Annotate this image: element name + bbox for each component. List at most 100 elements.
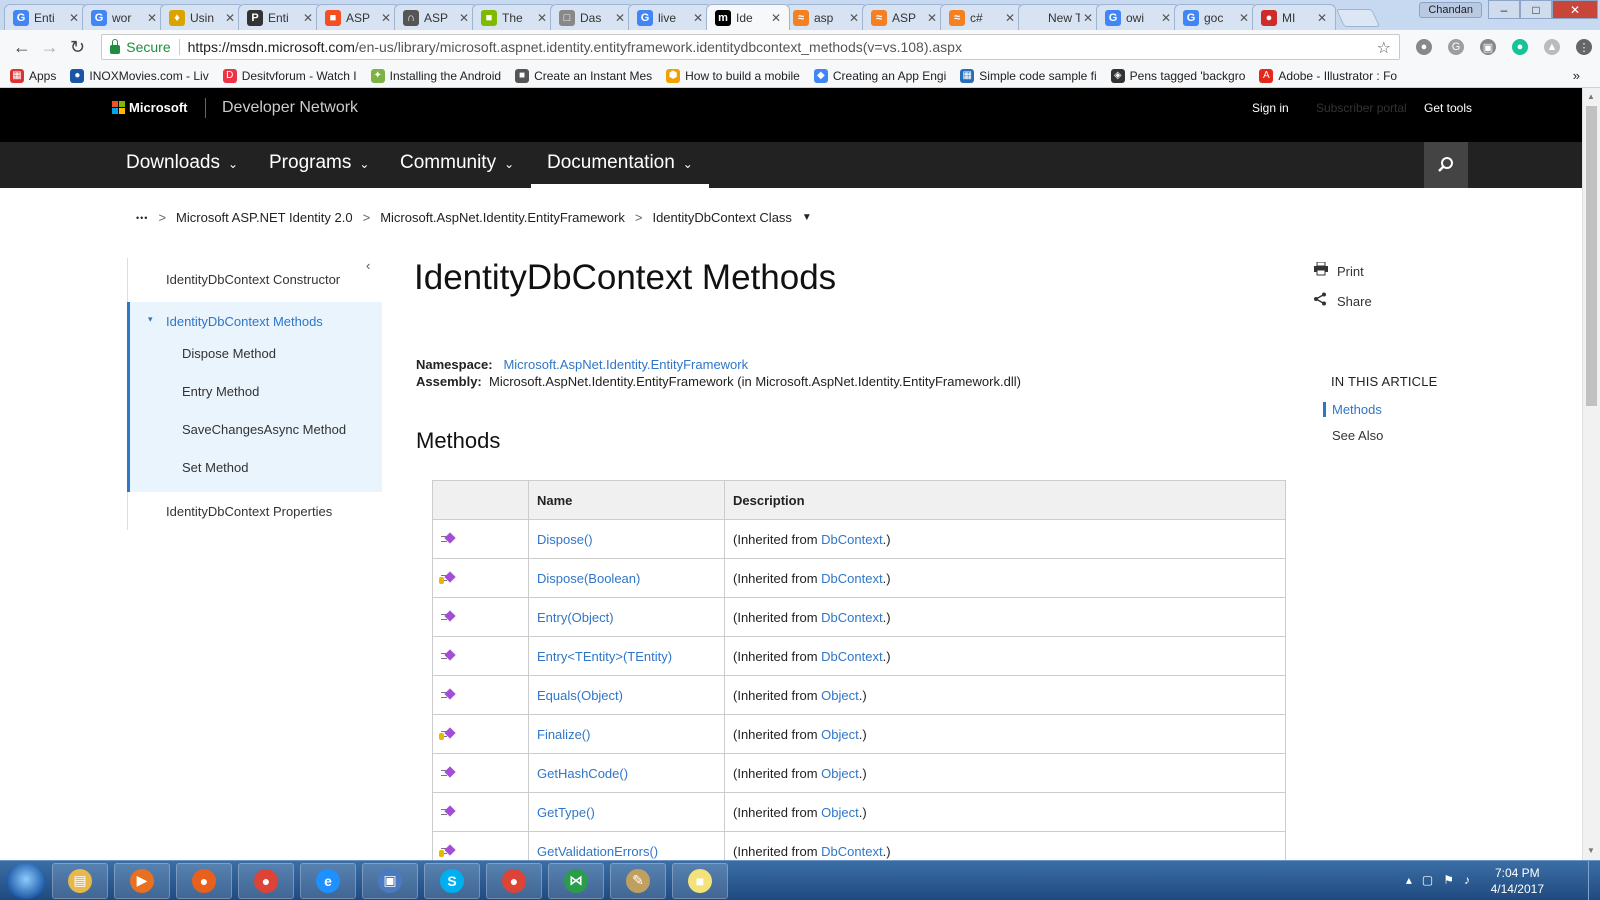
- bookmark-item[interactable]: A Adobe - Illustrator : Fo: [1259, 68, 1397, 83]
- taskbar-app-chrome[interactable]: ●: [238, 862, 294, 899]
- extension-icon[interactable]: ●: [1415, 39, 1432, 55]
- in-article-link-see-also[interactable]: See Also: [1332, 428, 1383, 443]
- toc-item-dispose[interactable]: Dispose Method: [182, 346, 276, 361]
- tab-close-icon[interactable]: ✕: [459, 11, 471, 25]
- breadcrumb-item-aspnet-identity[interactable]: Microsoft ASP.NET Identity 2.0: [176, 210, 353, 225]
- browser-tab[interactable]: Gwor ✕: [82, 4, 166, 30]
- scroll-down-icon[interactable]: ▼: [1587, 846, 1595, 855]
- tab-close-icon[interactable]: ✕: [303, 11, 315, 25]
- tray-icon[interactable]: ♪: [1464, 873, 1470, 887]
- method-name-link[interactable]: Dispose(Boolean): [537, 571, 640, 586]
- start-button[interactable]: [6, 862, 46, 899]
- taskbar-app-visual-studio[interactable]: ⋈: [548, 862, 604, 899]
- method-name-link[interactable]: Finalize(): [537, 727, 590, 742]
- bookmark-item[interactable]: ✦ Installing the Android: [370, 68, 501, 83]
- browser-tab[interactable]: ♦ Usin ✕: [160, 4, 244, 30]
- browser-tab[interactable]: ■ ASP ✕: [316, 4, 400, 30]
- browser-tab[interactable]: Ggoc ✕: [1174, 4, 1258, 30]
- tab-close-icon[interactable]: ✕: [849, 11, 861, 25]
- method-name-link[interactable]: GetValidationErrors(): [537, 844, 658, 859]
- tray-icon[interactable]: ▢: [1422, 873, 1433, 887]
- close-window-button[interactable]: ✕: [1552, 0, 1598, 19]
- subscriber-portal-link[interactable]: Subscriber portal: [1316, 101, 1407, 115]
- toc-item-constructor[interactable]: IdentityDbContext Constructor: [166, 272, 340, 287]
- microsoft-logo[interactable]: Microsoft: [112, 100, 188, 115]
- tab-close-icon[interactable]: ✕: [771, 11, 783, 25]
- tab-close-icon[interactable]: ✕: [1083, 11, 1095, 25]
- browser-tab[interactable]: ■ The ✕: [472, 4, 556, 30]
- tray-icon[interactable]: ▴: [1406, 873, 1412, 887]
- tab-close-icon[interactable]: ✕: [381, 11, 393, 25]
- breadcrumb-item-identitydbcontext-class[interactable]: IdentityDbContext Class: [652, 210, 791, 225]
- method-name-link[interactable]: GetType(): [537, 805, 595, 820]
- inherited-from-link[interactable]: DbContext: [821, 571, 882, 586]
- tab-close-icon[interactable]: ✕: [225, 11, 237, 25]
- extension-icon[interactable]: ▲: [1543, 39, 1560, 55]
- browser-tab[interactable]: G Enti ✕: [4, 4, 88, 30]
- taskbar-app-paint[interactable]: ✎: [610, 862, 666, 899]
- inherited-from-link[interactable]: DbContext: [821, 610, 882, 625]
- breadcrumb-dropdown-icon[interactable]: ▼: [802, 212, 812, 223]
- window-user-badge[interactable]: Chandan: [1419, 2, 1482, 18]
- breadcrumb-ellipsis[interactable]: •••: [136, 213, 148, 223]
- back-button[interactable]: ←: [8, 37, 36, 58]
- browser-tab[interactable]: New Ta✕: [1018, 4, 1102, 30]
- taskbar-app-sticky-notes[interactable]: ■: [672, 862, 728, 899]
- show-desktop-button[interactable]: [1588, 861, 1600, 900]
- minimize-button[interactable]: –: [1488, 0, 1520, 19]
- inherited-from-link[interactable]: Object: [821, 727, 859, 742]
- get-tools-link[interactable]: Get tools: [1424, 101, 1472, 115]
- tab-close-icon[interactable]: ✕: [147, 11, 159, 25]
- reload-button[interactable]: ↻: [64, 37, 92, 58]
- browser-tab[interactable]: P Enti ✕: [238, 4, 322, 30]
- toc-expand-icon[interactable]: ▾: [148, 314, 153, 325]
- tab-close-icon[interactable]: ✕: [1317, 11, 1329, 25]
- tab-close-icon[interactable]: ✕: [69, 11, 81, 25]
- address-bar[interactable]: Secure https://msdn.microsoft.com/en-us/…: [101, 34, 1400, 60]
- maximize-button[interactable]: □: [1520, 0, 1552, 19]
- toc-item-methods[interactable]: IdentityDbContext Methods: [166, 314, 323, 329]
- toc-item-entry[interactable]: Entry Method: [182, 384, 259, 399]
- extension-icon[interactable]: ▣: [1479, 39, 1496, 55]
- in-article-link-methods[interactable]: Methods: [1323, 402, 1382, 417]
- tray-icon[interactable]: ⚑: [1443, 873, 1454, 887]
- extension-icon[interactable]: ●: [1511, 39, 1528, 55]
- toc-item-properties[interactable]: IdentityDbContext Properties: [166, 504, 332, 519]
- browser-tab[interactable]: Gowi ✕: [1096, 4, 1180, 30]
- method-name-link[interactable]: Entry(Object): [537, 610, 614, 625]
- url-text[interactable]: https://msdn.microsoft.com/en-us/library…: [188, 39, 962, 55]
- nav-community[interactable]: Community ⌄: [400, 142, 514, 188]
- developer-network-title[interactable]: Developer Network: [205, 98, 358, 118]
- page-scrollbar[interactable]: ▲ ▼: [1582, 88, 1600, 860]
- share-link[interactable]: Share: [1313, 292, 1372, 309]
- method-name-link[interactable]: Dispose(): [537, 532, 593, 547]
- bookmarks-overflow-button[interactable]: »: [1573, 68, 1580, 83]
- inherited-from-link[interactable]: Object: [821, 688, 859, 703]
- taskbar-app-explorer[interactable]: ▤: [52, 862, 108, 899]
- taskbar-app-chrome-2[interactable]: ●: [486, 862, 542, 899]
- method-name-link[interactable]: Entry<TEntity>(TEntity): [537, 649, 672, 664]
- bookmark-item[interactable]: ◈ Pens tagged 'backgro: [1110, 68, 1245, 83]
- tab-close-icon[interactable]: ✕: [693, 11, 705, 25]
- taskbar-app-internet-explorer[interactable]: e: [300, 862, 356, 899]
- breadcrumb-item-entityframework[interactable]: Microsoft.AspNet.Identity.EntityFramewor…: [380, 210, 625, 225]
- new-tab-button[interactable]: [1335, 9, 1381, 27]
- method-name-link[interactable]: GetHashCode(): [537, 766, 628, 781]
- bookmark-item[interactable]: ⬢ How to build a mobile: [666, 68, 800, 83]
- taskbar-app-firefox[interactable]: ●: [176, 862, 232, 899]
- forward-button[interactable]: →: [36, 37, 64, 58]
- inherited-from-link[interactable]: DbContext: [821, 649, 882, 664]
- tab-close-icon[interactable]: ✕: [537, 11, 549, 25]
- tab-close-icon[interactable]: ✕: [1161, 11, 1173, 25]
- browser-tab[interactable]: ≈ c# ✕: [940, 4, 1024, 30]
- bookmark-star-icon[interactable]: ☆: [1377, 38, 1391, 58]
- scrollbar-thumb[interactable]: [1586, 106, 1597, 406]
- browser-tab[interactable]: Glive ✕: [628, 4, 712, 30]
- toc-item-set[interactable]: Set Method: [182, 460, 249, 475]
- inherited-from-link[interactable]: Object: [821, 805, 859, 820]
- nav-downloads[interactable]: Downloads ⌄: [126, 142, 238, 188]
- sign-in-link[interactable]: Sign in: [1252, 101, 1289, 115]
- bookmark-item[interactable]: ▦ Apps: [10, 68, 56, 83]
- tab-close-icon[interactable]: ✕: [615, 11, 627, 25]
- inherited-from-link[interactable]: DbContext: [821, 532, 882, 547]
